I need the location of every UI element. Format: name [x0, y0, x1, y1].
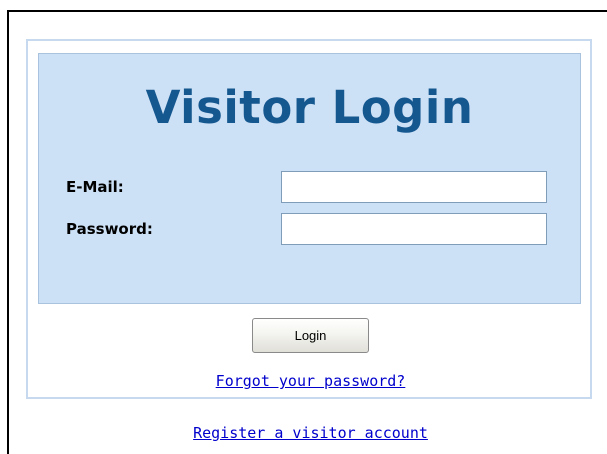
- login-button[interactable]: Login: [252, 318, 369, 353]
- password-label: Password:: [66, 220, 153, 238]
- email-label: E-Mail:: [66, 178, 124, 196]
- login-panel: Visitor Login E-Mail: Password:: [38, 53, 581, 304]
- page: Visitor Login E-Mail: Password: Login Fo…: [0, 0, 607, 454]
- register-account-link[interactable]: Register a visitor account: [7, 424, 607, 442]
- page-title: Visitor Login: [145, 81, 474, 134]
- window-frame-top: [7, 10, 607, 12]
- email-field[interactable]: [281, 171, 547, 203]
- password-field[interactable]: [281, 213, 547, 245]
- forgot-password-link[interactable]: Forgot your password?: [7, 372, 607, 390]
